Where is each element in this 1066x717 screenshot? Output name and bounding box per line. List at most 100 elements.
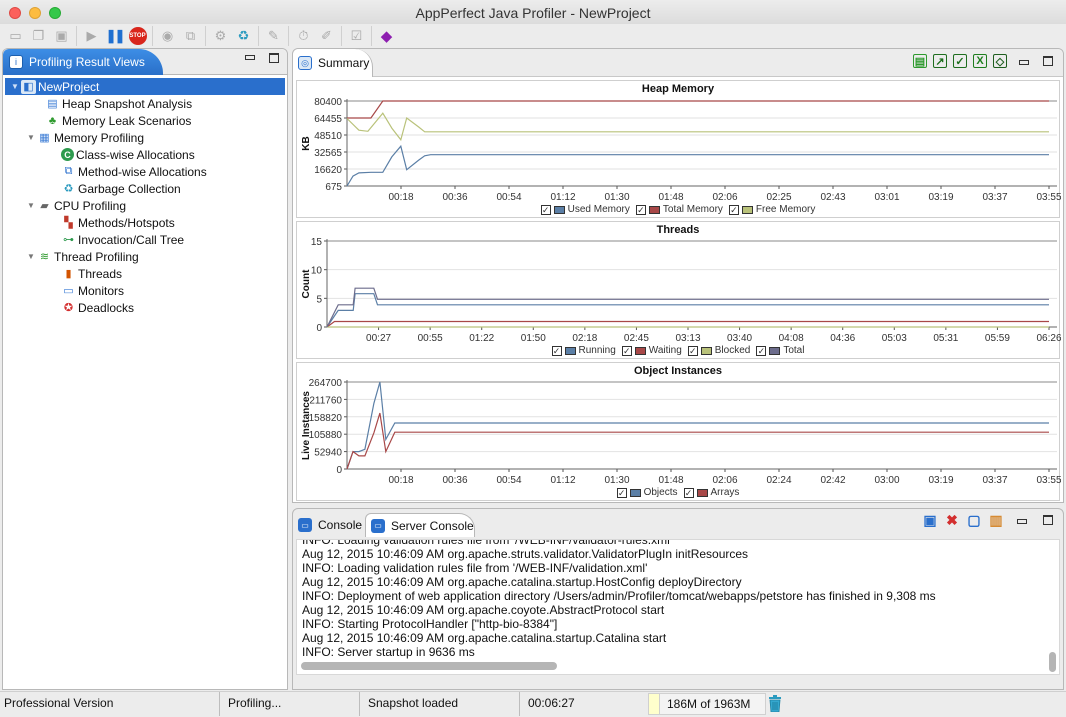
server-console-output[interactable]: INFO: Loading validation rules file from…: [296, 539, 1060, 675]
tree-item[interactable]: ▮ Threads: [3, 265, 287, 282]
clear-console-icon[interactable]: ✖: [945, 512, 959, 528]
edit-icon[interactable]: ✎: [265, 27, 283, 45]
expand-toggle-icon[interactable]: ▼: [25, 133, 37, 142]
expand-toggle-icon[interactable]: ▼: [25, 252, 37, 261]
legend-item: ✓ Running: [551, 345, 616, 356]
x-tick-label: 00:18: [388, 475, 413, 486]
legend-checkbox[interactable]: ✓: [683, 487, 694, 498]
save-log-icon[interactable]: ▣: [923, 512, 937, 528]
x-tick-label: 02:06: [712, 475, 737, 486]
legend-checkbox[interactable]: ✓: [687, 345, 698, 356]
tree-item[interactable]: ▚ Methods/Hotspots: [3, 214, 287, 231]
x-tick-label: 00:18: [388, 192, 413, 203]
export-excel-icon[interactable]: X: [973, 54, 987, 68]
new-console-icon[interactable]: ▢: [967, 512, 981, 528]
legend-item: ✓ Arrays: [683, 487, 739, 498]
monitor-icon: ▭: [63, 285, 74, 297]
clipboard-icon[interactable]: ▥: [989, 512, 1003, 528]
open-project-icon[interactable]: ❐: [30, 27, 48, 45]
export-xml-icon[interactable]: ◇: [993, 54, 1007, 68]
tree-item-label: Garbage Collection: [78, 181, 181, 196]
tree-item[interactable]: ⊶ Invocation/Call Tree: [3, 231, 287, 248]
x-tick-label: 01:22: [469, 333, 494, 344]
legend-checkbox[interactable]: ✓: [728, 204, 739, 215]
y-tick-label: 158820: [309, 413, 343, 424]
legend-label: Objects: [643, 487, 678, 498]
x-tick-label: 01:12: [550, 475, 575, 486]
y-tick-label: 52940: [314, 448, 342, 459]
console-line: Aug 12, 2015 10:46:09 AM org.apache.cata…: [302, 575, 742, 589]
tab-console[interactable]: ▭ Console: [293, 513, 365, 537]
timer-icon[interactable]: ⏱: [295, 27, 313, 45]
window-minimize-button[interactable]: [29, 7, 41, 19]
console-panel: ▭ Console ▭ Server Console ▣ ✖ ▢ ▥ INFO: Lo…: [292, 508, 1064, 690]
y-tick-label: 80400: [314, 97, 342, 108]
notes-icon[interactable]: ✐: [318, 27, 336, 45]
tree-item[interactable]: ♻ Garbage Collection: [3, 180, 287, 197]
compare-snapshot-icon[interactable]: ⧉: [182, 27, 200, 45]
checklist-icon[interactable]: ☑: [348, 27, 366, 45]
tree-item[interactable]: ▼ ≋ Thread Profiling: [3, 248, 287, 265]
maximize-panel-button[interactable]: [269, 53, 279, 63]
x-tick-label: 00:54: [496, 192, 521, 203]
x-tick-label: 01:48: [658, 192, 683, 203]
garbage-collect-icon[interactable]: ♻: [235, 27, 253, 45]
legend-checkbox[interactable]: ✓: [540, 204, 551, 215]
window-zoom-button[interactable]: [49, 7, 61, 19]
export-report-icon[interactable]: ▤: [913, 54, 927, 68]
vertical-scrollbar[interactable]: [1049, 652, 1056, 672]
x-tick-label: 01:12: [550, 192, 575, 203]
y-tick-label: 0: [316, 323, 322, 334]
save-icon[interactable]: ▣: [53, 27, 71, 45]
settings-gear-icon[interactable]: ⚙: [212, 27, 230, 45]
legend-checkbox[interactable]: ✓: [616, 487, 627, 498]
tree-item[interactable]: ▤ Heap Snapshot Analysis: [3, 95, 287, 112]
legend-swatch: [741, 205, 753, 214]
export-csv-icon[interactable]: ✓: [953, 54, 967, 68]
tree-item[interactable]: ▼ ◧ NewProject: [5, 78, 285, 95]
export-pdf-icon[interactable]: ↗: [933, 54, 947, 68]
help-book-icon[interactable]: ◆: [378, 27, 396, 45]
tab-server-console[interactable]: ▭ Server Console: [365, 513, 475, 537]
tree-item[interactable]: ♣ Memory Leak Scenarios: [3, 112, 287, 129]
x-tick-label: 01:30: [604, 475, 629, 486]
object-instances-chart: Object Instances 264700 211760 158820 105880…: [296, 362, 1061, 501]
expand-toggle-icon[interactable]: ▼: [9, 82, 21, 91]
y-axis-label: Count: [301, 269, 312, 299]
pause-icon[interactable]: ❚❚: [106, 27, 126, 45]
snapshot-icon[interactable]: ◉: [159, 27, 177, 45]
tree-item[interactable]: ▭ Monitors: [3, 282, 287, 299]
tree-item-label: Memory Profiling: [54, 130, 145, 145]
horizontal-scrollbar[interactable]: [301, 662, 557, 670]
title-bar: AppPerfect Java Profiler - NewProject: [0, 0, 1066, 24]
legend-checkbox[interactable]: ✓: [621, 345, 632, 356]
summary-magnifier-icon: ◎: [298, 56, 312, 70]
legend-swatch: [648, 205, 660, 214]
tab-summary[interactable]: ◎ Summary: [293, 49, 373, 77]
tree-item[interactable]: ⧉ Method-wise Allocations: [3, 163, 287, 180]
start-profiling-icon[interactable]: ▶: [83, 27, 101, 45]
legend-checkbox[interactable]: ✓: [756, 345, 767, 356]
expand-toggle-icon[interactable]: ▼: [25, 201, 37, 210]
console-line: INFO: Server startup in 9636 ms: [302, 645, 475, 659]
thread-profiling-icon: ≋: [39, 251, 50, 263]
legend-swatch: [629, 488, 641, 497]
minimize-panel-button[interactable]: [1017, 518, 1027, 524]
new-project-icon[interactable]: ▭: [7, 27, 25, 45]
tree-item-label: CPU Profiling: [54, 198, 127, 213]
run-gc-trash-icon[interactable]: [768, 695, 782, 712]
tree-item[interactable]: ✪ Deadlocks: [3, 299, 287, 316]
maximize-panel-button[interactable]: [1043, 56, 1053, 66]
stop-icon[interactable]: STOP: [128, 27, 147, 45]
minimize-panel-button[interactable]: [1019, 59, 1029, 65]
minimize-panel-button[interactable]: [245, 55, 255, 60]
tree-item[interactable]: ▼ ▰ CPU Profiling: [3, 197, 287, 214]
tree-item[interactable]: C Class-wise Allocations: [3, 146, 287, 163]
garbage-collection-icon: ♻: [63, 183, 74, 195]
legend-checkbox[interactable]: ✓: [635, 204, 646, 215]
tab-profiling-result-views[interactable]: i Profiling Result Views: [3, 49, 163, 75]
window-close-button[interactable]: [9, 7, 21, 19]
maximize-panel-button[interactable]: [1043, 515, 1053, 525]
tree-item[interactable]: ▼ ▦ Memory Profiling: [3, 129, 287, 146]
legend-checkbox[interactable]: ✓: [551, 345, 562, 356]
